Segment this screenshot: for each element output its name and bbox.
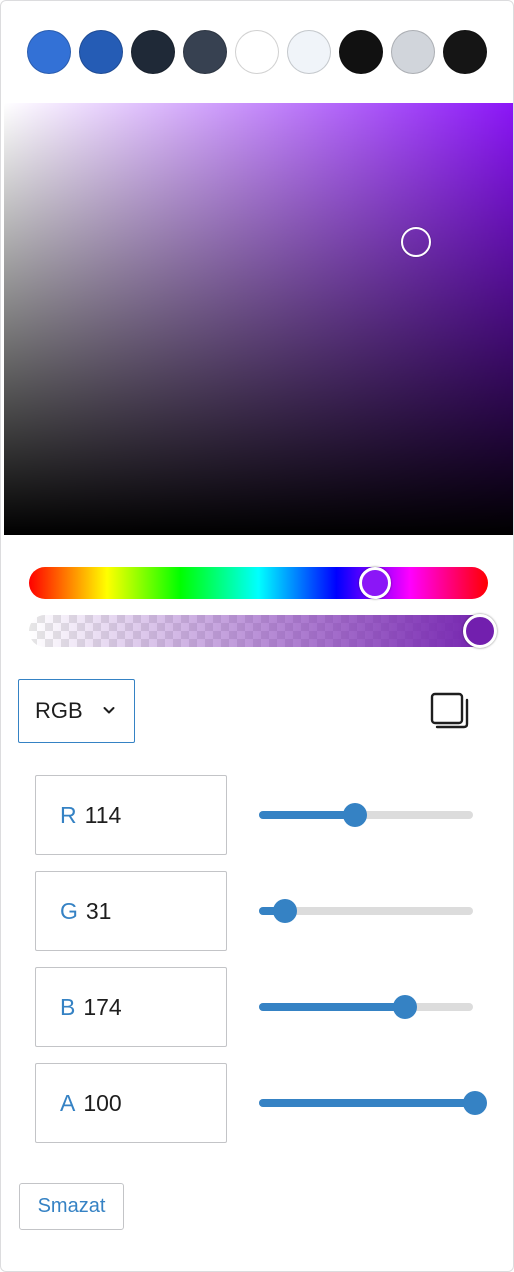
swatch-white[interactable] [235, 30, 279, 74]
blue-channel-value[interactable]: 174 [83, 994, 121, 1021]
red-slider-thumb[interactable] [342, 803, 367, 827]
color-mode-label: RGB [35, 698, 83, 723]
blue-slider-thumb[interactable] [392, 995, 417, 1019]
blue-slider-fill [259, 1003, 405, 1011]
copy-icon[interactable] [427, 691, 471, 731]
blue-channel-label: B [60, 993, 76, 1020]
swatch-slate[interactable] [183, 30, 227, 74]
swatch-gray[interactable] [391, 30, 435, 74]
red-channel-slider[interactable] [259, 803, 473, 827]
alpha-channel-input[interactable]: A 100 [35, 1063, 227, 1143]
hue-slider[interactable] [29, 567, 488, 599]
hue-slider-handle[interactable] [359, 567, 391, 599]
swatch-near-black[interactable] [443, 30, 487, 74]
clear-button[interactable]: Smazat [19, 1183, 124, 1230]
green-channel-slider[interactable] [259, 899, 473, 923]
alpha-slider-handle[interactable] [463, 614, 497, 648]
green-channel-value[interactable]: 31 [86, 898, 112, 925]
alpha-slider-fill [259, 1099, 473, 1107]
alpha-gradient [29, 615, 496, 647]
green-channel-input[interactable]: G 31 [35, 871, 227, 951]
alpha-slider[interactable] [29, 615, 496, 647]
red-slider-fill [259, 811, 355, 819]
swatch-black[interactable] [339, 30, 383, 74]
saturation-value-area[interactable] [4, 103, 513, 535]
blue-channel-input[interactable]: B 174 [35, 967, 227, 1047]
swatch-light-gray[interactable] [287, 30, 331, 74]
alpha-channel-value[interactable]: 100 [83, 1090, 121, 1117]
chevron-down-icon [103, 707, 115, 714]
swatch-blue[interactable] [27, 30, 71, 74]
swatch-palette [27, 30, 495, 76]
red-channel-input[interactable]: R 114 [35, 775, 227, 855]
swatch-navy[interactable] [131, 30, 175, 74]
green-channel-label: G [60, 897, 78, 924]
green-slider-thumb[interactable] [273, 899, 298, 923]
red-channel-value[interactable]: 114 [85, 802, 122, 829]
red-channel-label: R [60, 801, 77, 828]
alpha-slider-thumb[interactable] [463, 1091, 487, 1115]
alpha-channel-slider[interactable] [259, 1091, 487, 1115]
saturation-value-handle[interactable] [401, 227, 431, 257]
alpha-channel-label: A [60, 1089, 76, 1116]
blue-channel-slider[interactable] [259, 995, 473, 1019]
swatch-dark-blue[interactable] [79, 30, 123, 74]
color-picker-panel: RGB R 114 G 31 B 174 A 100 Smazat [0, 0, 514, 1272]
color-mode-select[interactable]: RGB [18, 679, 135, 743]
